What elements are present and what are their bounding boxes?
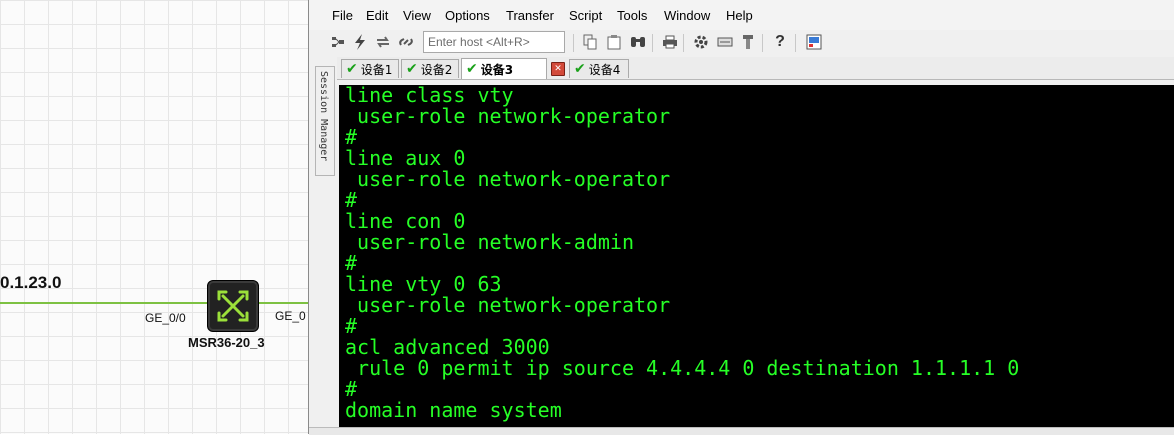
settings-icon[interactable] bbox=[692, 33, 710, 51]
sftp-icon[interactable] bbox=[739, 33, 757, 51]
menu-transfer[interactable]: Transfer bbox=[506, 8, 554, 23]
device-name: MSR36-20_3 bbox=[188, 335, 265, 350]
terminal-line: # bbox=[345, 377, 358, 401]
menu-view[interactable]: View bbox=[403, 8, 431, 23]
quick-connect-icon[interactable] bbox=[351, 33, 369, 51]
network-link-right[interactable] bbox=[257, 302, 310, 304]
copy-icon[interactable] bbox=[581, 33, 599, 51]
router-icon[interactable] bbox=[207, 280, 259, 332]
toolbar-separator bbox=[683, 34, 684, 52]
port-label-ge0-0: GE_0/0 bbox=[145, 311, 186, 325]
menu-options[interactable]: Options bbox=[445, 8, 490, 23]
terminal-line: rule 0 permit ip source 4.4.4.4 0 destin… bbox=[345, 356, 1020, 380]
terminal-line: user-role network-operator bbox=[345, 104, 671, 128]
connected-check-icon: ✔ bbox=[406, 61, 418, 77]
find-icon[interactable] bbox=[629, 33, 647, 51]
network-label: 0.1.23.0 bbox=[0, 273, 62, 292]
terminal-line: # bbox=[345, 251, 358, 275]
close-tab-icon[interactable]: ✕ bbox=[551, 62, 565, 76]
connected-check-icon: ✔ bbox=[346, 61, 358, 77]
securecrt-window: File Edit View Options Transfer Script T… bbox=[308, 0, 1174, 435]
terminal-line: line con 0 bbox=[345, 209, 466, 233]
terminal-line: acl advanced 3000 bbox=[345, 335, 550, 359]
toolbar: ? bbox=[309, 30, 1174, 56]
tab-device-3[interactable]: ✔ 设备3 bbox=[461, 58, 547, 79]
port-label-ge0: GE_0 bbox=[275, 309, 306, 323]
terminal-line: # bbox=[345, 188, 358, 212]
tab-label: 设备1 bbox=[360, 62, 393, 77]
terminal-output: line class vty user-role network-operato… bbox=[345, 85, 1019, 421]
print-icon[interactable] bbox=[661, 33, 679, 51]
terminal-line: # bbox=[345, 314, 358, 338]
terminal-line: user-role network-operator bbox=[345, 167, 671, 191]
tab-device-2[interactable]: ✔ 设备2 bbox=[401, 59, 459, 78]
tab-label: 设备2 bbox=[420, 62, 453, 77]
help-icon[interactable]: ? bbox=[771, 33, 789, 51]
tab-device-1[interactable]: ✔ 设备1 bbox=[341, 59, 399, 78]
menu-help[interactable]: Help bbox=[726, 8, 753, 23]
reconnect-icon[interactable] bbox=[374, 33, 392, 51]
terminal-line: user-role network-admin bbox=[345, 230, 634, 254]
network-link-left[interactable] bbox=[0, 302, 207, 304]
toolbar-separator bbox=[762, 34, 763, 52]
terminal-line: line aux 0 bbox=[345, 146, 466, 170]
topology-canvas[interactable]: 0.1.23.0 GE_0/0 GE_0 MSR36-20_3 bbox=[0, 0, 310, 434]
connect-in-tab-icon[interactable] bbox=[329, 33, 347, 51]
menu-script[interactable]: Script bbox=[569, 8, 602, 23]
session-manager-panel[interactable]: Session Manager bbox=[315, 66, 335, 176]
session-manager-label: Session Manager bbox=[318, 71, 329, 162]
terminal-area[interactable]: line class vty user-role network-operato… bbox=[339, 85, 1174, 427]
toolbar-separator bbox=[652, 34, 653, 52]
tab-device-4[interactable]: ✔ 设备4 bbox=[569, 59, 629, 78]
connected-check-icon: ✔ bbox=[574, 61, 586, 77]
terminal-line: line vty 0 63 bbox=[345, 272, 502, 296]
terminal-line: # bbox=[345, 125, 358, 149]
menu-tools[interactable]: Tools bbox=[617, 8, 647, 23]
screen-icon[interactable] bbox=[805, 33, 823, 51]
terminal-line: user-role network-operator bbox=[345, 293, 671, 317]
menu-file[interactable]: File bbox=[332, 8, 353, 23]
toolbar-separator bbox=[573, 34, 574, 52]
menu-bar: File Edit View Options Transfer Script T… bbox=[309, 0, 1174, 30]
connected-check-icon: ✔ bbox=[466, 61, 478, 77]
menu-window[interactable]: Window bbox=[664, 8, 710, 23]
menu-edit[interactable]: Edit bbox=[366, 8, 388, 23]
toolbar-separator bbox=[795, 34, 796, 52]
keymap-icon[interactable] bbox=[716, 33, 734, 51]
session-tab-bar: ✔ 设备1 ✔ 设备2 ✔ 设备3 ✕ ✔ 设备4 bbox=[337, 57, 1174, 80]
terminal-line: line class vty bbox=[345, 85, 514, 107]
disconnect-icon[interactable] bbox=[397, 33, 415, 51]
tab-label: 设备4 bbox=[588, 62, 621, 77]
paste-icon[interactable] bbox=[605, 33, 623, 51]
terminal-line: domain name system bbox=[345, 398, 562, 422]
host-input[interactable] bbox=[423, 31, 565, 53]
tab-label: 设备3 bbox=[480, 62, 514, 77]
